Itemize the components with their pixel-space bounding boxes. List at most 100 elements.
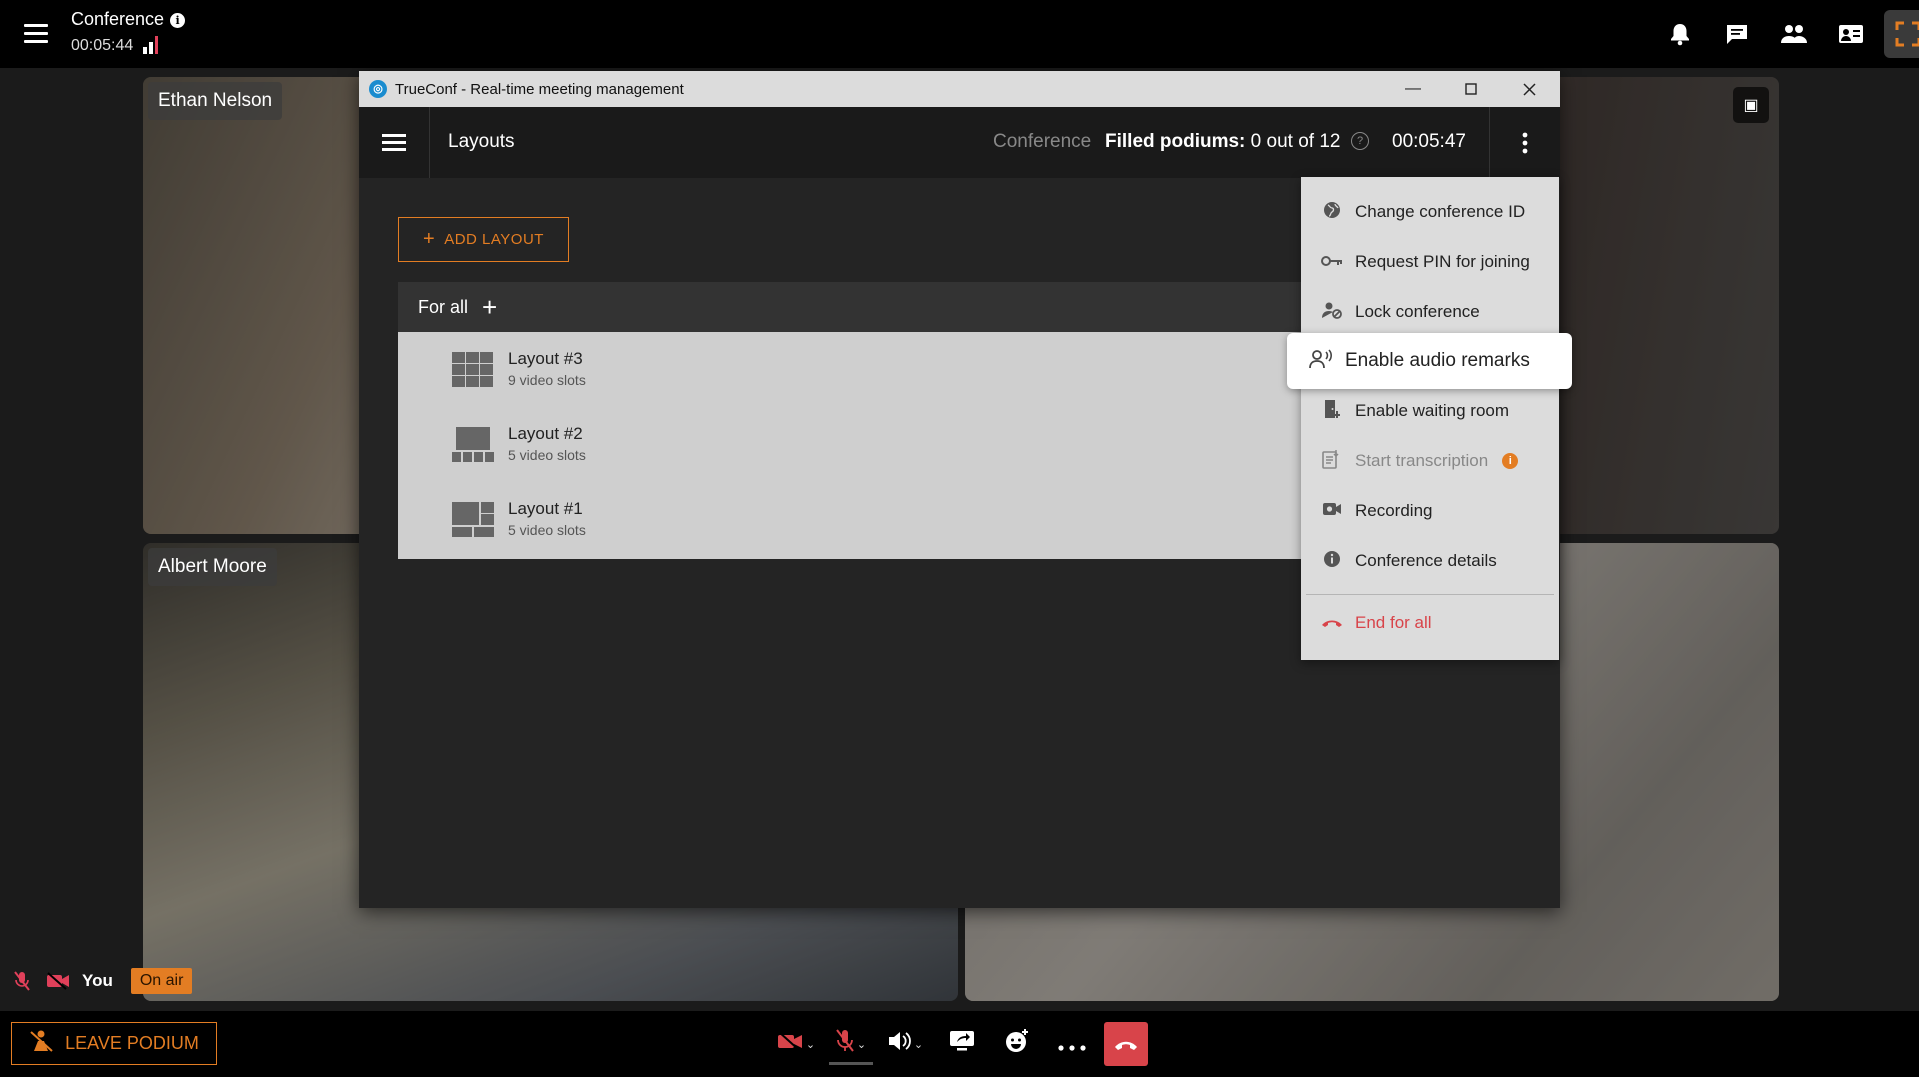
camera-off-icon xyxy=(44,967,72,995)
menu-item-label: Recording xyxy=(1355,501,1433,520)
conference-label: Conference xyxy=(993,131,1092,152)
trueconf-logo-icon: ◎ xyxy=(369,80,387,98)
layout-slots: 9 video slots xyxy=(508,372,586,388)
main-menu-icon[interactable] xyxy=(24,24,48,44)
slideshow-slot-icon[interactable]: ▣ xyxy=(1733,87,1769,123)
menu-item-start-transcription[interactable]: Start transcription i xyxy=(1301,436,1559,486)
layout-item[interactable]: Layout #3 9 video slots xyxy=(398,332,1318,407)
menu-item-request-pin[interactable]: Request PIN for joining xyxy=(1301,237,1559,287)
door-icon xyxy=(1321,399,1343,424)
on-air-badge: On air xyxy=(130,968,193,994)
warning-icon[interactable]: i xyxy=(1502,453,1519,469)
menu-item-label: Enable waiting room xyxy=(1355,401,1510,420)
grid-9-icon xyxy=(452,352,494,388)
page-title: Layouts xyxy=(448,131,515,152)
podiums-value: 0 out of 12 xyxy=(1250,131,1341,152)
close-icon[interactable] xyxy=(1500,71,1558,107)
chevron-down-icon[interactable]: ⌄ xyxy=(914,1038,923,1051)
fullscreen-icon[interactable] xyxy=(1884,10,1919,58)
menu-item-enable-audio-remarks[interactable]: Enable audio remarks xyxy=(1287,333,1572,389)
menu-item-lock-conference[interactable]: Lock conference xyxy=(1301,287,1559,337)
leave-podium-label: LEAVE PODIUM xyxy=(65,1033,199,1053)
more-icon xyxy=(1058,1031,1086,1057)
bell-icon[interactable] xyxy=(1656,10,1704,58)
maximize-icon[interactable] xyxy=(1442,71,1500,107)
top-bar: Conference i 00:05:44 xyxy=(0,0,1919,68)
add-layout-button[interactable]: + ADD LAYOUT xyxy=(398,217,569,262)
filled-podiums: Filled podiums: 0 out of 12 xyxy=(1105,131,1340,153)
menu-item-recording[interactable]: Recording xyxy=(1301,486,1559,536)
conference-elapsed-time: 00:05:44 xyxy=(71,37,134,54)
menu-item-label: Request PIN for joining xyxy=(1355,252,1530,271)
layout-item[interactable]: Layout #1 5 video slots xyxy=(398,482,1318,557)
share-screen-button[interactable] xyxy=(940,1022,984,1066)
more-button[interactable] xyxy=(1050,1022,1094,1066)
slideshow-icon[interactable] xyxy=(1827,10,1875,58)
grid-5-icon xyxy=(452,502,494,538)
share-screen-icon xyxy=(949,1030,975,1058)
hangup-icon xyxy=(1113,1031,1139,1057)
menu-item-label: Start transcription xyxy=(1355,451,1489,470)
self-label: You xyxy=(82,971,113,990)
conference-title: Conference xyxy=(71,9,165,29)
layout-name: Layout #2 xyxy=(508,424,583,443)
info-icon[interactable]: i xyxy=(170,13,186,28)
camera-icon xyxy=(1321,501,1343,521)
layout-name: Layout #1 xyxy=(508,499,583,518)
reactions-icon xyxy=(1004,1028,1030,1060)
menu-item-label: Conference details xyxy=(1355,551,1497,570)
mic-toggle-button[interactable]: ⌄ xyxy=(829,1022,873,1066)
window-title: TrueConf - Real-time meeting management xyxy=(395,80,684,98)
menu-divider xyxy=(1306,594,1554,595)
bottom-toolbar: LEAVE PODIUM ⌄ ⌄ ⌄ xyxy=(0,1011,1919,1077)
chat-icon[interactable] xyxy=(1713,10,1761,58)
layout-item[interactable]: Layout #2 5 video slots xyxy=(398,407,1318,482)
participant-name: Albert Moore xyxy=(148,548,277,586)
layout-name: Layout #3 xyxy=(508,349,583,368)
participants-icon[interactable] xyxy=(1770,10,1818,58)
speaking-icon xyxy=(1309,348,1333,374)
lock-user-icon xyxy=(1321,301,1343,324)
participant-name: Ethan Nelson xyxy=(148,82,283,120)
layout-group-header: For all + xyxy=(398,282,1318,332)
mic-level-indicator xyxy=(829,1062,873,1065)
menu-item-conference-details[interactable]: Conference details xyxy=(1301,536,1559,586)
menu-item-label: Enable audio remarks xyxy=(1345,350,1530,371)
self-status-bar: You On air xyxy=(0,965,193,997)
more-options-button[interactable] xyxy=(1489,107,1560,178)
menu-item-enable-waiting-room[interactable]: Enable waiting room xyxy=(1301,386,1559,436)
add-layout-label: ADD LAYOUT xyxy=(444,231,544,248)
layout-slots: 5 video slots xyxy=(508,447,586,463)
podiums-label: Filled podiums: xyxy=(1105,131,1246,152)
speaker-button[interactable]: ⌄ xyxy=(883,1022,927,1066)
mic-off-icon xyxy=(8,967,36,995)
hangup-button[interactable] xyxy=(1104,1022,1148,1066)
transcription-icon xyxy=(1321,449,1343,474)
add-group-layout-icon[interactable]: + xyxy=(482,294,497,320)
layout-slots: 5 video slots xyxy=(508,522,586,538)
menu-item-change-conference-id[interactable]: Change conference ID xyxy=(1301,187,1559,237)
help-icon[interactable]: ? xyxy=(1351,132,1369,150)
conference-title-group: Conference i xyxy=(71,9,186,30)
group-label: For all xyxy=(418,296,469,317)
reactions-button[interactable] xyxy=(995,1022,1039,1066)
mic-off-icon xyxy=(836,1029,854,1059)
signal-quality-icon[interactable] xyxy=(143,36,163,54)
info-icon xyxy=(1321,550,1343,573)
grid-5-icon xyxy=(452,427,494,463)
leave-podium-button[interactable]: LEAVE PODIUM xyxy=(11,1022,217,1065)
menu-item-end-for-all[interactable]: End for all xyxy=(1301,598,1559,648)
leave-podium-icon xyxy=(29,1029,55,1058)
chevron-down-icon[interactable]: ⌄ xyxy=(857,1038,866,1051)
menu-item-label: Change conference ID xyxy=(1355,202,1526,221)
dialog-menu-button[interactable] xyxy=(359,107,430,178)
camera-off-icon xyxy=(777,1031,803,1057)
speaker-icon xyxy=(887,1030,911,1058)
camera-toggle-button[interactable]: ⌄ xyxy=(774,1022,818,1066)
chevron-down-icon[interactable]: ⌄ xyxy=(806,1038,815,1051)
layout-list: Layout #3 9 video slots Layout #2 5 vide… xyxy=(398,332,1318,559)
dialog-timer: 00:05:47 xyxy=(1392,131,1466,152)
menu-item-label: Lock conference xyxy=(1355,302,1480,321)
globe-icon xyxy=(1321,201,1343,224)
minimize-icon[interactable]: — xyxy=(1384,71,1442,107)
